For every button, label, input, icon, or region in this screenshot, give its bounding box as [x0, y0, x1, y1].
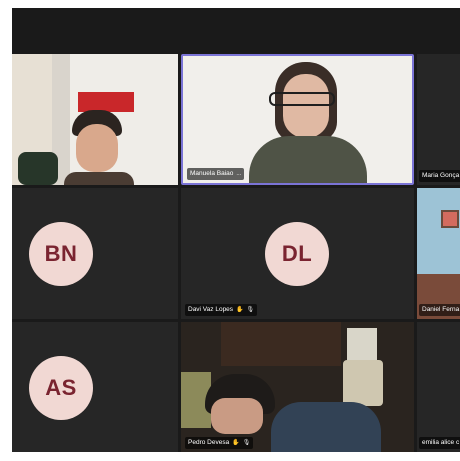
more-icon[interactable]: ...	[236, 168, 241, 180]
participant-name: Pedro Devesa ✋ 🎙	[185, 437, 254, 449]
chair	[343, 360, 383, 406]
room-wall	[417, 188, 460, 278]
participant-tile-8[interactable]: Pedro Devesa ✋ 🎙	[181, 322, 414, 452]
video-call-grid: Manuela Baiao ... Maria Gonça BN DL Davi…	[12, 8, 460, 452]
raise-hand-icon: ✋	[236, 307, 244, 313]
participant-tile-6[interactable]: Daniel Ferna	[417, 188, 460, 319]
participant-name: emilia alice c	[419, 437, 460, 449]
glasses	[269, 92, 335, 106]
cabinet	[221, 322, 341, 366]
person-body	[271, 402, 381, 452]
raise-hand-icon: ✋	[232, 440, 240, 446]
person-face	[283, 74, 329, 138]
green-jacket	[18, 152, 58, 185]
participant-name: Maria Gonça	[419, 170, 460, 182]
participant-tile-2[interactable]: Manuela Baiao ...	[181, 54, 414, 185]
participant-tile-7[interactable]: AS	[12, 322, 178, 452]
participant-tile-5[interactable]: DL Davi Vaz Lopes ✋ 🎙	[181, 188, 414, 319]
avatar: AS	[29, 356, 93, 420]
red-binders	[78, 92, 134, 112]
person-face	[76, 124, 118, 172]
participant-name: Manuela Baiao ...	[187, 168, 245, 180]
mic-off-icon: 🎙	[246, 307, 255, 313]
avatar: BN	[29, 222, 93, 286]
picture-frame	[441, 210, 459, 228]
participant-tile-9[interactable]: emilia alice c	[417, 322, 460, 452]
person-shirt	[64, 172, 134, 185]
participant-tile-3[interactable]: Maria Gonça	[417, 54, 460, 185]
participant-name: Davi Vaz Lopes ✋ 🎙	[185, 304, 258, 316]
mic-off-icon: 🎙	[242, 440, 251, 446]
person-face	[211, 398, 263, 434]
participant-tile-4[interactable]: BN	[12, 188, 178, 319]
participant-name: Daniel Ferna	[419, 304, 460, 316]
participant-tile-1[interactable]	[12, 54, 178, 185]
avatar: DL	[265, 222, 329, 286]
person-sweater	[249, 136, 367, 183]
